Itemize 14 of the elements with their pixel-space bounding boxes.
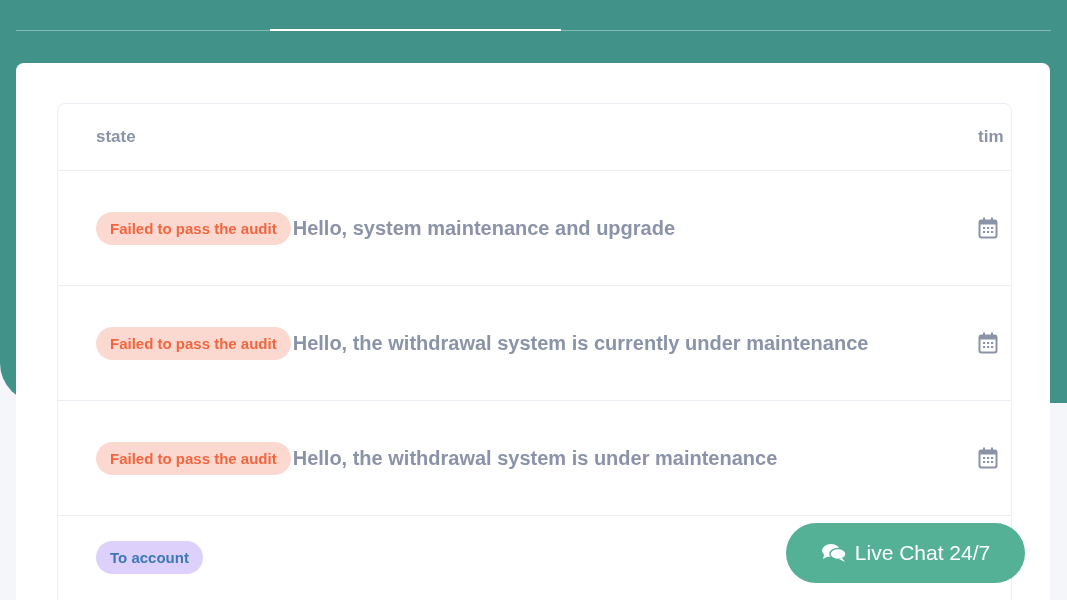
status-badge: Failed to pass the audit: [96, 441, 291, 475]
message-text: Hello, system maintenance and upgrade: [292, 216, 676, 240]
chat-bubbles-icon: [820, 543, 847, 563]
column-header: state: [96, 127, 136, 147]
status-badge: Failed to pass the audit: [96, 326, 291, 360]
live-chat-button[interactable]: Live Chat 24/7: [786, 523, 1025, 583]
message-text: Hello, the withdrawal system is currently under maintenance: [292, 331, 869, 355]
column-header: tim: [978, 127, 1004, 147]
status-badge: To account: [96, 541, 203, 574]
status-badge: Failed to pass the audit: [96, 211, 291, 245]
calendar-icon: [978, 217, 998, 239]
calendar-icon: [978, 447, 998, 469]
calendar-icon: [978, 332, 998, 354]
message-text: Hello, the withdrawal system is under maintenance: [292, 446, 778, 470]
